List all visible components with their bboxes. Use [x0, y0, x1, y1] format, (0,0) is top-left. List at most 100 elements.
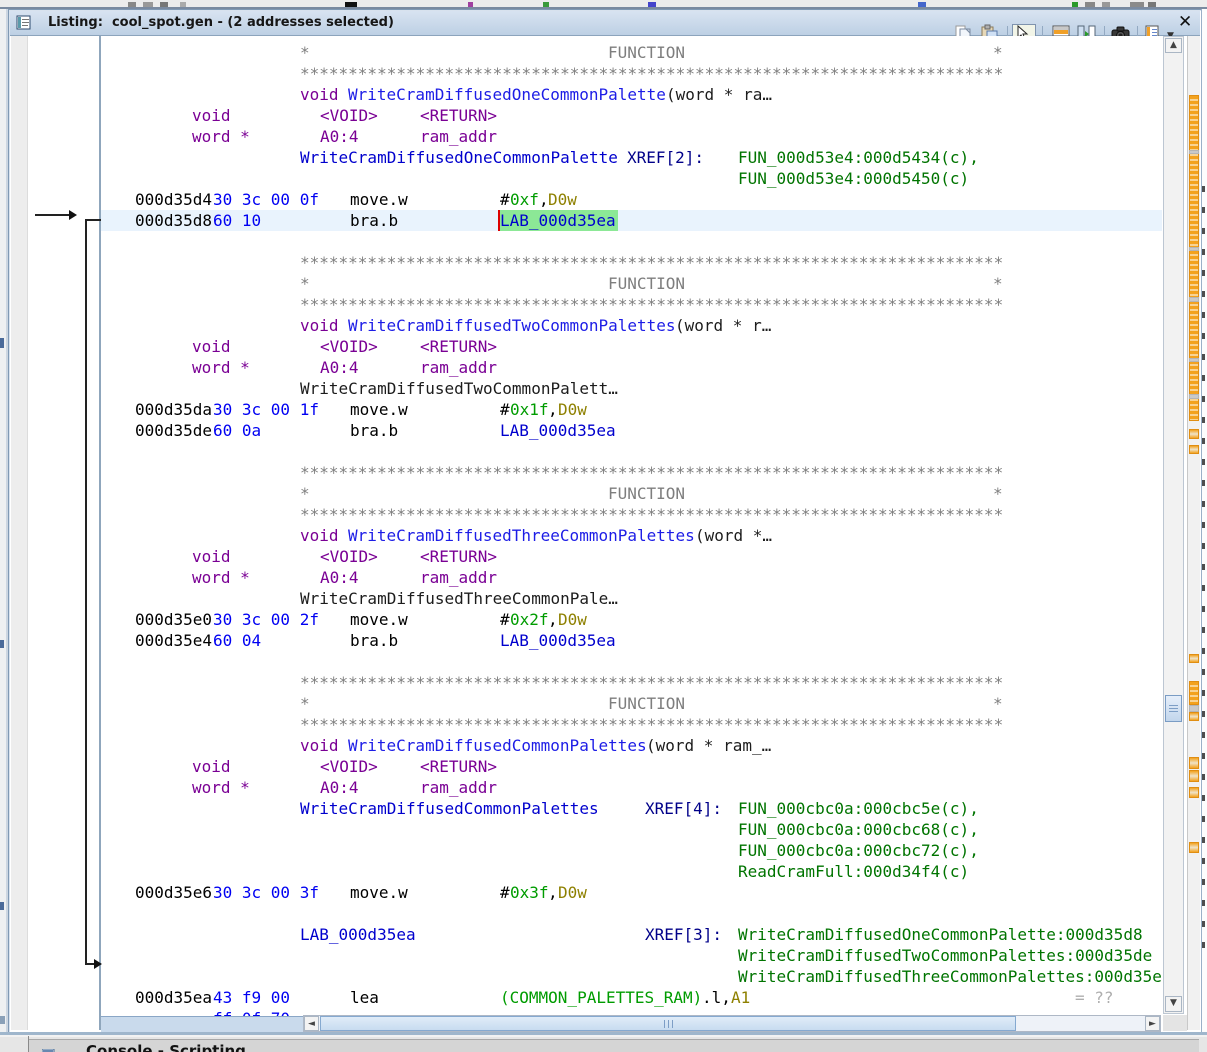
listing-text[interactable]: 000d35da — [135, 399, 212, 420]
listing-text[interactable]: (word * r… — [675, 315, 771, 336]
listing-text[interactable]: = ?? — [1075, 987, 1114, 1008]
listing-text[interactable]: * — [300, 483, 310, 504]
listing-text[interactable]: ram_addr — [420, 777, 497, 798]
change-marker[interactable] — [1189, 757, 1199, 769]
listing-text[interactable]: * — [300, 273, 310, 294]
listing-text[interactable]: (COMMON_PALETTES_RAM) — [500, 987, 702, 1008]
listing-text[interactable]: <VOID> — [320, 546, 378, 567]
listing-text[interactable]: 60 0a — [213, 420, 261, 441]
change-marker[interactable] — [1189, 712, 1199, 721]
listing-text[interactable]: * — [993, 693, 1003, 714]
listing-text[interactable]: (word * ra… — [666, 84, 772, 105]
change-marker[interactable] — [1189, 654, 1199, 663]
change-marker[interactable] — [1189, 842, 1199, 853]
listing-text[interactable]: 60 04 — [213, 630, 261, 651]
listing-text[interactable]: FUN_000d53e4:000d5450(c) — [738, 168, 969, 189]
listing-text[interactable]: word * — [192, 357, 250, 378]
listing-text[interactable]: .l, — [702, 987, 731, 1008]
change-marker[interactable] — [1189, 429, 1199, 439]
listing-text[interactable]: FUNCTION — [608, 483, 685, 504]
listing-text[interactable]: word * — [192, 777, 250, 798]
listing-text[interactable]: 0xf — [510, 189, 539, 210]
listing-text[interactable]: <RETURN> — [420, 756, 497, 777]
change-marker[interactable] — [1189, 787, 1199, 798]
change-marker[interactable] — [1189, 770, 1199, 782]
listing-text[interactable]: XREF[2]: — [627, 147, 704, 168]
listing-text[interactable]: * — [300, 693, 310, 714]
change-marker[interactable] — [1189, 358, 1199, 362]
listing-text[interactable]: ****************************************… — [300, 672, 1003, 693]
listing-text[interactable]: ****************************************… — [300, 294, 1003, 315]
listing-text[interactable]: D0w — [558, 399, 587, 420]
listing-text[interactable]: 000d35e4 — [135, 630, 212, 651]
listing-text[interactable]: WriteCramDiffusedOneCommonPalette:000d35… — [738, 924, 1143, 945]
listing-text[interactable]: bra.b — [350, 210, 398, 231]
listing-text[interactable]: lea — [350, 987, 379, 1008]
listing-text[interactable]: void — [192, 756, 231, 777]
listing-text[interactable]: D0w — [548, 189, 577, 210]
listing-lines[interactable]: *FUNCTION*******************************… — [10, 36, 1162, 1030]
change-marker[interactable] — [1189, 95, 1199, 421]
listing-text[interactable]: FUN_000cbc0a:000cbc68(c), — [738, 819, 979, 840]
listing-text[interactable]: # — [500, 609, 510, 630]
horizontal-scrollbar-thumb[interactable] — [320, 1016, 1016, 1031]
listing-text[interactable]: <RETURN> — [420, 546, 497, 567]
listing-text[interactable]: * — [993, 42, 1003, 63]
listing-text[interactable]: <VOID> — [320, 756, 378, 777]
listing-text[interactable]: <RETURN> — [420, 105, 497, 126]
listing-text[interactable]: FUN_000d53e4:000d5434(c), — [738, 147, 979, 168]
listing-text[interactable]: # — [500, 882, 510, 903]
listing-text[interactable]: WriteCramDiffusedThreeCommonPalettes — [348, 525, 695, 546]
listing-text[interactable]: bra.b — [350, 420, 398, 441]
listing-text[interactable]: FUN_000cbc0a:000cbc5e(c), — [738, 798, 979, 819]
listing-text[interactable]: ram_addr — [420, 357, 497, 378]
listing-text[interactable]: XREF[3]: — [645, 924, 722, 945]
scroll-left-button[interactable]: ◄ — [304, 1016, 319, 1031]
listing-text[interactable]: word * — [192, 126, 250, 147]
listing-text[interactable]: ****************************************… — [300, 462, 1003, 483]
listing-text[interactable]: 000d35e6 — [135, 882, 212, 903]
listing-text[interactable]: move.w — [350, 609, 408, 630]
marker-column[interactable] — [1187, 36, 1200, 1030]
listing-text[interactable]: void — [192, 105, 231, 126]
listing-text[interactable]: move.w — [350, 189, 408, 210]
scroll-up-button[interactable]: ▲ — [1165, 38, 1182, 53]
listing-text[interactable]: LAB_000d35ea — [500, 210, 616, 231]
listing-text[interactable]: WriteCramDiffusedThreeCommonPalettes:000… — [738, 966, 1162, 987]
listing-text[interactable]: XREF[4]: — [645, 798, 722, 819]
listing-text[interactable]: move.w — [350, 399, 408, 420]
listing-text[interactable]: 43 f9 00 — [213, 987, 290, 1008]
listing-text[interactable]: (word * ram_… — [646, 735, 771, 756]
listing-text[interactable]: 30 3c 00 3f — [213, 882, 319, 903]
listing-text[interactable]: 0x3f — [510, 882, 549, 903]
listing-text[interactable]: void — [192, 336, 231, 357]
listing-text[interactable]: (word *… — [695, 525, 772, 546]
listing-text[interactable]: 30 3c 00 0f — [213, 189, 319, 210]
listing-text[interactable]: WriteCramDiffusedTwoCommonPalettes — [348, 315, 676, 336]
listing-text[interactable]: 60 10 — [213, 210, 261, 231]
listing-text[interactable]: ****************************************… — [300, 63, 1003, 84]
listing-text[interactable]: 000d35d8 — [135, 210, 212, 231]
listing-text[interactable]: A1 — [731, 987, 750, 1008]
listing-text[interactable]: , — [548, 399, 558, 420]
change-marker[interactable] — [1189, 394, 1199, 399]
listing-text[interactable]: A0:4 — [320, 777, 359, 798]
listing-text[interactable]: 30 3c 00 2f — [213, 609, 319, 630]
listing-text[interactable]: A0:4 — [320, 357, 359, 378]
change-marker[interactable] — [1189, 705, 1199, 712]
listing-text[interactable]: FUN_000cbc0a:000cbc72(c), — [738, 840, 979, 861]
listing-text[interactable]: void — [192, 546, 231, 567]
listing-text[interactable]: <VOID> — [320, 336, 378, 357]
listing-text[interactable]: WriteCramDiffusedThreeCommonPale… — [300, 588, 618, 609]
change-marker[interactable] — [1189, 247, 1199, 251]
listing-text[interactable]: D0w — [558, 609, 587, 630]
listing-text[interactable]: void — [300, 84, 339, 105]
listing-text[interactable]: FUNCTION — [608, 693, 685, 714]
listing-text[interactable]: void — [300, 735, 339, 756]
listing-text[interactable]: 000d35e0 — [135, 609, 212, 630]
listing-text[interactable]: 0x1f — [510, 399, 549, 420]
listing-text[interactable]: * — [300, 42, 310, 63]
listing-text[interactable]: 000d35de — [135, 420, 212, 441]
listing-text[interactable]: WriteCramDiffusedCommonPalettes — [348, 735, 647, 756]
listing-text[interactable]: LAB_000d35ea — [500, 630, 616, 651]
